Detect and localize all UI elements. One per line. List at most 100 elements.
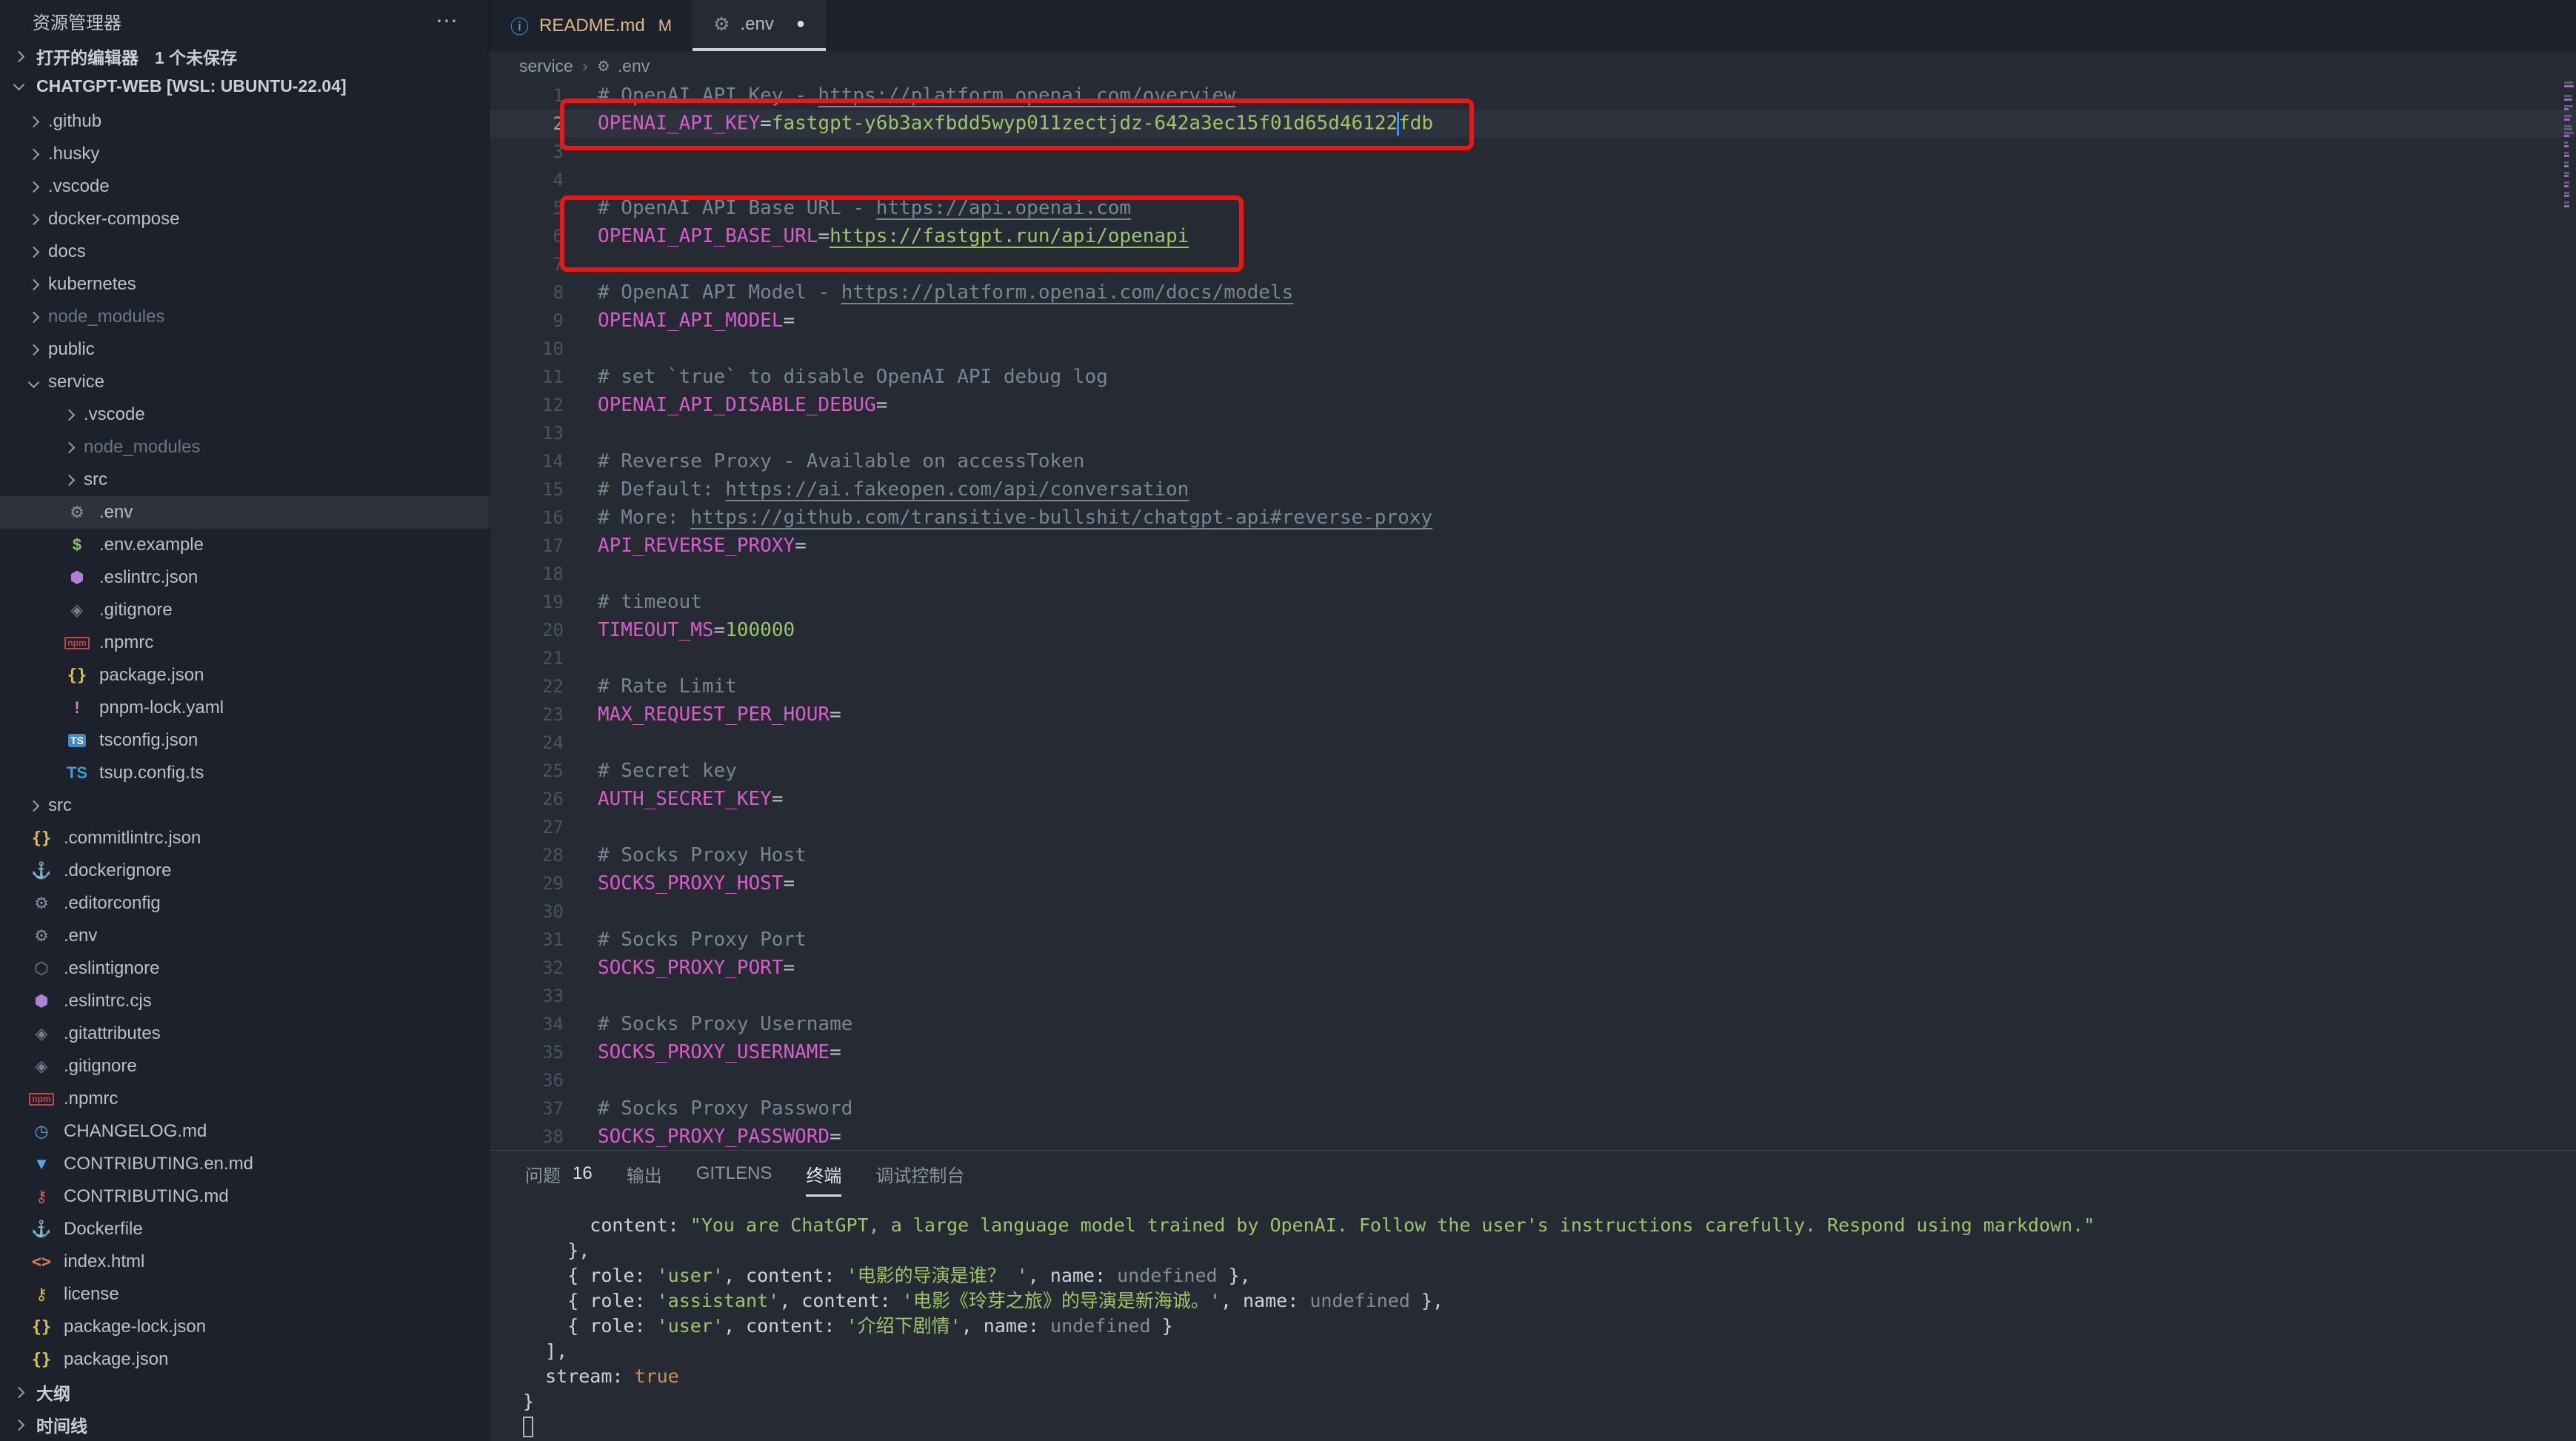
tree-item-.vscode[interactable]: .vscode bbox=[0, 170, 489, 203]
tree-item-.gitignore[interactable]: ◈.gitignore bbox=[0, 594, 489, 626]
minimap-line-mark bbox=[2564, 135, 2569, 137]
tree-item-label: .eslintrc.cjs bbox=[64, 991, 152, 1012]
minimap[interactable] bbox=[2564, 81, 2576, 1118]
tree-item-.github[interactable]: .github bbox=[0, 105, 489, 138]
code-line[interactable]: 19# timeout bbox=[490, 588, 2576, 616]
code-line[interactable]: 8# OpenAI API Model - https://platform.o… bbox=[490, 278, 2576, 307]
tree-item-src[interactable]: src bbox=[0, 789, 489, 822]
code-line[interactable]: 28# Socks Proxy Host bbox=[490, 841, 2576, 869]
tree-item-service[interactable]: service bbox=[0, 366, 489, 398]
tree-item-.gitignore[interactable]: ◈.gitignore bbox=[0, 1050, 489, 1083]
tree-item-.husky[interactable]: .husky bbox=[0, 138, 489, 170]
code-line[interactable]: 38SOCKS_PROXY_PASSWORD= bbox=[490, 1123, 2576, 1151]
tree-item-docs[interactable]: docs bbox=[0, 235, 489, 268]
code-line[interactable]: 15# Default: https://ai.fakeopen.com/api… bbox=[490, 475, 2576, 504]
tree-item-.env[interactable]: ⚙.env bbox=[0, 920, 489, 952]
more-actions-icon[interactable]: ⋯ bbox=[436, 8, 459, 34]
token-o: = bbox=[783, 957, 795, 979]
panel-tab-调试控制台[interactable]: 调试控制台 bbox=[875, 1151, 964, 1197]
token-c: # Secret key bbox=[598, 760, 737, 782]
tree-item-package-lock.json[interactable]: {}package-lock.json bbox=[0, 1311, 489, 1343]
code-line[interactable]: 36 bbox=[490, 1066, 2576, 1094]
tree-item-tsconfig.json[interactable]: TStsconfig.json bbox=[0, 724, 489, 757]
tree-item-public[interactable]: public bbox=[0, 333, 489, 366]
panel-tab-GITLENS[interactable]: GITLENS bbox=[696, 1151, 773, 1197]
code-line[interactable]: 31# Socks Proxy Port bbox=[490, 926, 2576, 954]
tree-item-CHANGELOG.md[interactable]: ◷CHANGELOG.md bbox=[0, 1115, 489, 1148]
tab-env[interactable]: ⚙.env● bbox=[693, 0, 826, 51]
code-text: # Reverse Proxy - Available on accessTok… bbox=[598, 450, 1084, 472]
code-line[interactable]: 18 bbox=[490, 560, 2576, 588]
code-line[interactable]: 16# More: https://github.com/transitive-… bbox=[490, 504, 2576, 532]
tree-item-.vscode[interactable]: .vscode bbox=[0, 398, 489, 431]
project-header[interactable]: CHATGPT-WEB [WSL: UBUNTU-22.04] bbox=[0, 71, 489, 101]
code-line[interactable]: 26AUTH_SECRET_KEY= bbox=[490, 785, 2576, 813]
tree-item-.editorconfig[interactable]: ⚙.editorconfig bbox=[0, 887, 489, 920]
code-line[interactable]: 24 bbox=[490, 729, 2576, 757]
tree-item-label: license bbox=[64, 1284, 119, 1305]
tree-item-tsup.config.ts[interactable]: TStsup.config.ts bbox=[0, 757, 489, 789]
tree-item-.eslintrc.json[interactable]: ⬢.eslintrc.json bbox=[0, 561, 489, 594]
tree-item-docker-compose[interactable]: docker-compose bbox=[0, 203, 489, 235]
tree-item-index.html[interactable]: <>index.html bbox=[0, 1246, 489, 1278]
breadcrumb-file[interactable]: .env bbox=[618, 56, 650, 76]
code-line[interactable]: 34# Socks Proxy Username bbox=[490, 1010, 2576, 1038]
terminal-line: { role: 'assistant', content: '电影《玲芽之旅》的… bbox=[523, 1288, 2576, 1314]
tree-item-node_modules[interactable]: node_modules bbox=[0, 431, 489, 464]
tree-item-CONTRIBUTING.md[interactable]: ⚷CONTRIBUTING.md bbox=[0, 1180, 489, 1213]
tree-item-package.json[interactable]: {}package.json bbox=[0, 1343, 489, 1376]
panel-tab-输出[interactable]: 输出 bbox=[627, 1151, 662, 1197]
breadcrumb-item[interactable]: service bbox=[519, 56, 573, 76]
tree-item-.npmrc[interactable]: npm.npmrc bbox=[0, 1083, 489, 1115]
panel-tab-终端[interactable]: 终端 bbox=[806, 1151, 841, 1197]
breadcrumb[interactable]: service›⚙.env bbox=[490, 51, 2576, 81]
code-line[interactable]: 12OPENAI_API_DISABLE_DEBUG= bbox=[490, 391, 2576, 419]
code-line[interactable]: 30 bbox=[490, 897, 2576, 926]
tree-item-.npmrc[interactable]: npm.npmrc bbox=[0, 626, 489, 659]
tree-item-node_modules[interactable]: node_modules bbox=[0, 301, 489, 333]
code-line[interactable]: 33 bbox=[490, 982, 2576, 1010]
code-line[interactable]: 25# Secret key bbox=[490, 757, 2576, 785]
code-line[interactable]: 21 bbox=[490, 644, 2576, 672]
tab-readme[interactable]: ⓘREADME.mdM bbox=[490, 0, 693, 51]
code-line[interactable]: 14# Reverse Proxy - Available on accessT… bbox=[490, 447, 2576, 475]
code-line[interactable]: 27 bbox=[490, 813, 2576, 841]
code-line[interactable]: 29SOCKS_PROXY_HOST= bbox=[490, 869, 2576, 897]
tree-item-pnpm-lock.yaml[interactable]: !pnpm-lock.yaml bbox=[0, 692, 489, 724]
npm-icon-box: npm bbox=[64, 637, 89, 649]
minimap-line-mark bbox=[2564, 192, 2569, 194]
sidebar-section-outline[interactable]: 大纲 bbox=[0, 1376, 489, 1408]
code-text: # More: https://github.com/transitive-bu… bbox=[598, 506, 1432, 529]
tree-item-.env.example[interactable]: $.env.example bbox=[0, 529, 489, 561]
code-line[interactable]: 13 bbox=[490, 419, 2576, 447]
tree-item-kubernetes[interactable]: kubernetes bbox=[0, 268, 489, 301]
token-o: = bbox=[783, 310, 795, 332]
code-line[interactable]: 11# set `true` to disable OpenAI API deb… bbox=[490, 363, 2576, 391]
tree-item-Dockerfile[interactable]: ⚓Dockerfile bbox=[0, 1213, 489, 1246]
code-line[interactable]: 20TIMEOUT_MS=100000 bbox=[490, 616, 2576, 644]
code-line[interactable]: 17API_REVERSE_PROXY= bbox=[490, 532, 2576, 560]
code-line[interactable]: 10 bbox=[490, 335, 2576, 363]
open-editors-header[interactable]: 打开的编辑器 1 个未保存 bbox=[0, 41, 489, 71]
tree-item-package.json[interactable]: {}package.json bbox=[0, 659, 489, 692]
tree-item-license[interactable]: ⚷license bbox=[0, 1278, 489, 1311]
tree-item-CONTRIBUTING.en.md[interactable]: ▼CONTRIBUTING.en.md bbox=[0, 1148, 489, 1180]
tree-item-.commitlintrc.json[interactable]: {}.commitlintrc.json bbox=[0, 822, 489, 855]
code-line[interactable]: 37# Socks Proxy Password bbox=[490, 1094, 2576, 1123]
panel-tab-问题[interactable]: 问题16 bbox=[525, 1151, 593, 1197]
code-line[interactable]: 35SOCKS_PROXY_USERNAME= bbox=[490, 1038, 2576, 1066]
tree-item-src[interactable]: src bbox=[0, 464, 489, 496]
tree-item-.dockerignore[interactable]: ⚓.dockerignore bbox=[0, 855, 489, 887]
tree-item-.eslintignore[interactable]: ⬡.eslintignore bbox=[0, 952, 489, 985]
code-line[interactable]: 9OPENAI_API_MODEL= bbox=[490, 307, 2576, 335]
code-line[interactable]: 32SOCKS_PROXY_PORT= bbox=[490, 954, 2576, 982]
minimap-line-mark bbox=[2564, 172, 2569, 174]
code-line[interactable]: 4 bbox=[490, 166, 2576, 194]
tree-item-.env[interactable]: ⚙.env bbox=[0, 496, 489, 529]
tree-item-.gitattributes[interactable]: ◈.gitattributes bbox=[0, 1017, 489, 1050]
tree-item-.eslintrc.cjs[interactable]: ⬢.eslintrc.cjs bbox=[0, 985, 489, 1017]
sidebar-section-timeline[interactable]: 时间线 bbox=[0, 1408, 489, 1441]
code-line[interactable]: 22# Rate Limit bbox=[490, 672, 2576, 701]
code-line[interactable]: 23MAX_REQUEST_PER_HOUR= bbox=[490, 701, 2576, 729]
terminal[interactable]: content: "You are ChatGPT, a large langu… bbox=[490, 1213, 2576, 1440]
